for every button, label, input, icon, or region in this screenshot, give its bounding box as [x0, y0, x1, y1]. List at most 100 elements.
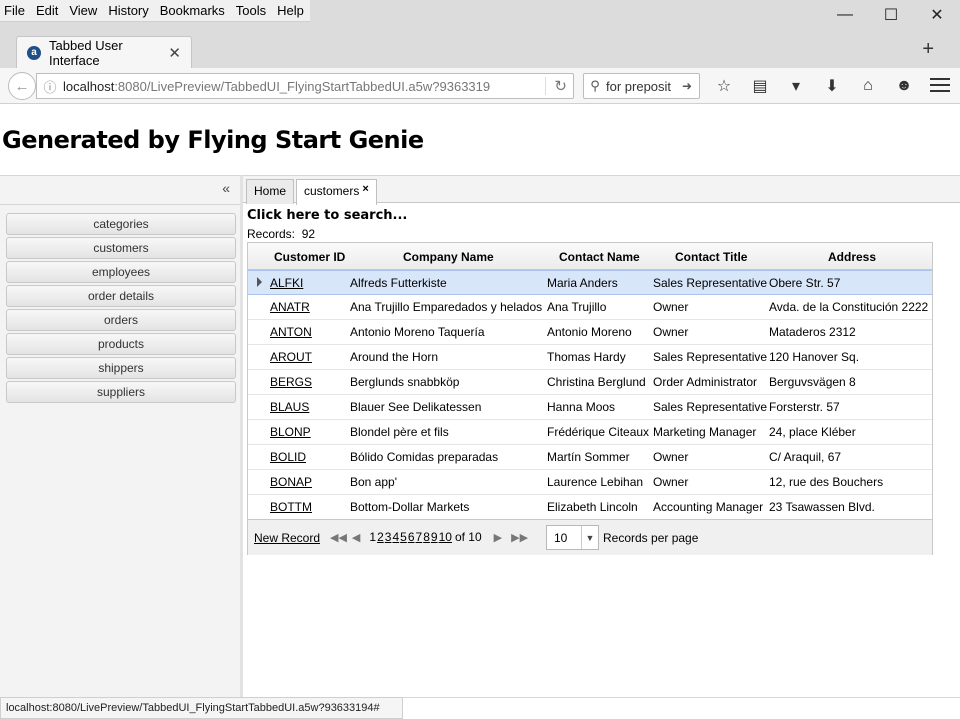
collapse-sidebar-icon[interactable]: « [222, 180, 230, 196]
cell-address: Berguvsvägen 8 [769, 375, 856, 389]
sidebar-item-shippers[interactable]: shippers [6, 357, 236, 379]
reload-icon[interactable]: ↻ [545, 77, 567, 95]
url-bar[interactable]: ⓘ localhost:8080/LivePreview/TabbedUI_Fl… [36, 73, 574, 99]
table-row[interactable]: ALFKI Alfreds Futterkiste Maria Anders Sale… [248, 270, 932, 295]
close-tab-icon[interactable]: ✕ [168, 44, 181, 62]
cell-customer-id[interactable]: BOTTM [270, 500, 312, 514]
column-contact-title[interactable]: Contact Title [675, 250, 747, 264]
home-icon[interactable]: ⌂ [850, 74, 886, 98]
page-10[interactable]: 10 [439, 530, 452, 544]
first-page-icon[interactable]: ◀◀ [330, 531, 347, 544]
menu-file[interactable]: File [4, 3, 25, 18]
maximize-icon[interactable]: ☐ [868, 0, 914, 30]
smiley-icon[interactable]: ☻ [886, 74, 922, 98]
sidebar-item-categories[interactable]: categories [6, 213, 236, 235]
search-icon: ⚲ [590, 78, 600, 93]
cell-customer-id[interactable]: BONAP [270, 475, 312, 489]
column-contact-name[interactable]: Contact Name [559, 250, 640, 264]
cell-company-name: Antonio Moreno Taquería [350, 325, 485, 339]
cell-customer-id[interactable]: ANATR [270, 300, 310, 314]
new-tab-icon[interactable]: + [922, 38, 934, 61]
reading-list-icon[interactable]: ▤ [742, 74, 778, 98]
sidebar-item-employees[interactable]: employees [6, 261, 236, 283]
cell-company-name: Berglunds snabbköp [350, 375, 460, 389]
table-row[interactable]: BOLID Bólido Comidas preparadas Martín Som… [248, 445, 932, 470]
url-text[interactable]: localhost:8080/LivePreview/TabbedUI_Flyi… [63, 79, 541, 94]
window-close-icon[interactable]: ✕ [914, 0, 960, 30]
back-arrow-icon[interactable]: ← [8, 72, 36, 100]
close-tab-customers-icon[interactable]: × [362, 183, 368, 195]
records-count: Records: 92 [247, 227, 315, 241]
table-row[interactable]: BLAUS Blauer See Delikatessen Hanna Moos Sa… [248, 395, 932, 420]
column-customer-id[interactable]: Customer ID [274, 250, 345, 264]
page-3[interactable]: 3 [385, 530, 392, 544]
sidebar-item-suppliers[interactable]: suppliers [6, 381, 236, 403]
cell-contact-name: Elizabeth Lincoln [547, 500, 638, 514]
cell-address: 23 Tsawassen Blvd. [769, 500, 875, 514]
search-bar[interactable]: ⚲ ➜ [583, 73, 700, 99]
cell-customer-id[interactable]: BLONP [270, 425, 311, 439]
cell-customer-id[interactable]: BERGS [270, 375, 312, 389]
hamburger-menu-icon[interactable] [930, 76, 950, 94]
minimize-icon[interactable]: — [822, 0, 868, 30]
page-5[interactable]: 5 [400, 530, 407, 544]
browser-tab-strip: a Tabbed User Interface ✕ + [0, 30, 960, 68]
sidebar-item-products[interactable]: products [6, 333, 236, 355]
cell-contact-name: Maria Anders [547, 276, 618, 290]
cell-customer-id[interactable]: BOLID [270, 450, 306, 464]
table-row[interactable]: BONAP Bon app' Laurence Lebihan Owner 12, ru… [248, 470, 932, 495]
page-2[interactable]: 2 [377, 530, 384, 544]
sidebar-item-customers[interactable]: customers [6, 237, 236, 259]
table-row[interactable]: BLONP Blondel père et fils Frédérique Cite… [248, 420, 932, 445]
cell-address: Obere Str. 57 [769, 276, 841, 290]
menu-bookmarks[interactable]: Bookmarks [160, 3, 225, 18]
pocket-icon[interactable]: ▾ [778, 74, 814, 98]
sidebar-item-orders[interactable]: orders [6, 309, 236, 331]
page-8[interactable]: 8 [423, 530, 430, 544]
alpha-favicon-icon: a [27, 45, 41, 60]
table-row[interactable]: AROUT Around the Horn Thomas Hardy Sales Re… [248, 345, 932, 370]
menu-tools[interactable]: Tools [236, 3, 266, 18]
table-row[interactable]: BOTTM Bottom-Dollar Markets Elizabeth Linc… [248, 495, 932, 520]
column-address[interactable]: Address [828, 250, 876, 264]
chevron-down-icon[interactable]: ▼ [581, 526, 598, 549]
records-per-page-select[interactable]: 10 ▼ [546, 525, 599, 550]
page-7[interactable]: 7 [416, 530, 423, 544]
info-icon[interactable]: ⓘ [37, 77, 63, 96]
cell-customer-id[interactable]: ALFKI [270, 276, 303, 290]
table-row[interactable]: ANTON Antonio Moreno Taquería Antonio More… [248, 320, 932, 345]
menu-view[interactable]: View [69, 3, 97, 18]
table-row[interactable]: BERGS Berglunds snabbköp Christina Berglun… [248, 370, 932, 395]
tab-customers[interactable]: customers × [296, 179, 377, 205]
search-link[interactable]: Click here to search... [247, 208, 407, 223]
table-row[interactable]: ANATR Ana Trujillo Emparedados y helados A… [248, 295, 932, 320]
column-company-name[interactable]: Company Name [403, 250, 494, 264]
prev-page-icon[interactable]: ◀ [352, 531, 360, 544]
download-icon[interactable]: ⬇ [814, 74, 850, 98]
menu-help[interactable]: Help [277, 3, 304, 18]
page-6[interactable]: 6 [408, 530, 415, 544]
cell-company-name: Alfreds Futterkiste [350, 276, 447, 290]
row-selector-icon [257, 277, 262, 287]
pager: ◀◀ ◀ 1 2 3 4 5 6 7 8 9 10 of 10 ▶ ▶▶ [330, 530, 533, 544]
toolbar-icons: ☆ ▤ ▾ ⬇ ⌂ ☻ [706, 74, 922, 98]
search-go-icon[interactable]: ➜ [682, 79, 692, 93]
menu-edit[interactable]: Edit [36, 3, 58, 18]
page-4[interactable]: 4 [392, 530, 399, 544]
cell-company-name: Bottom-Dollar Markets [350, 500, 470, 514]
browser-tab[interactable]: a Tabbed User Interface ✕ [16, 36, 192, 68]
last-page-icon[interactable]: ▶▶ [511, 531, 528, 544]
next-page-icon[interactable]: ▶ [494, 531, 502, 544]
cell-customer-id[interactable]: ANTON [270, 325, 312, 339]
bookmark-star-icon[interactable]: ☆ [706, 74, 742, 98]
new-record-link[interactable]: New Record [254, 531, 320, 545]
tab-home[interactable]: Home [246, 179, 295, 204]
menu-history[interactable]: History [108, 3, 148, 18]
search-input[interactable] [606, 78, 682, 94]
cell-customer-id[interactable]: BLAUS [270, 400, 309, 414]
cell-contact-name: Laurence Lebihan [547, 475, 644, 489]
cell-customer-id[interactable]: AROUT [270, 350, 312, 364]
sidebar-item-order-details[interactable]: order details [6, 285, 236, 307]
cell-address: Mataderos 2312 [769, 325, 856, 339]
page-9[interactable]: 9 [431, 530, 438, 544]
